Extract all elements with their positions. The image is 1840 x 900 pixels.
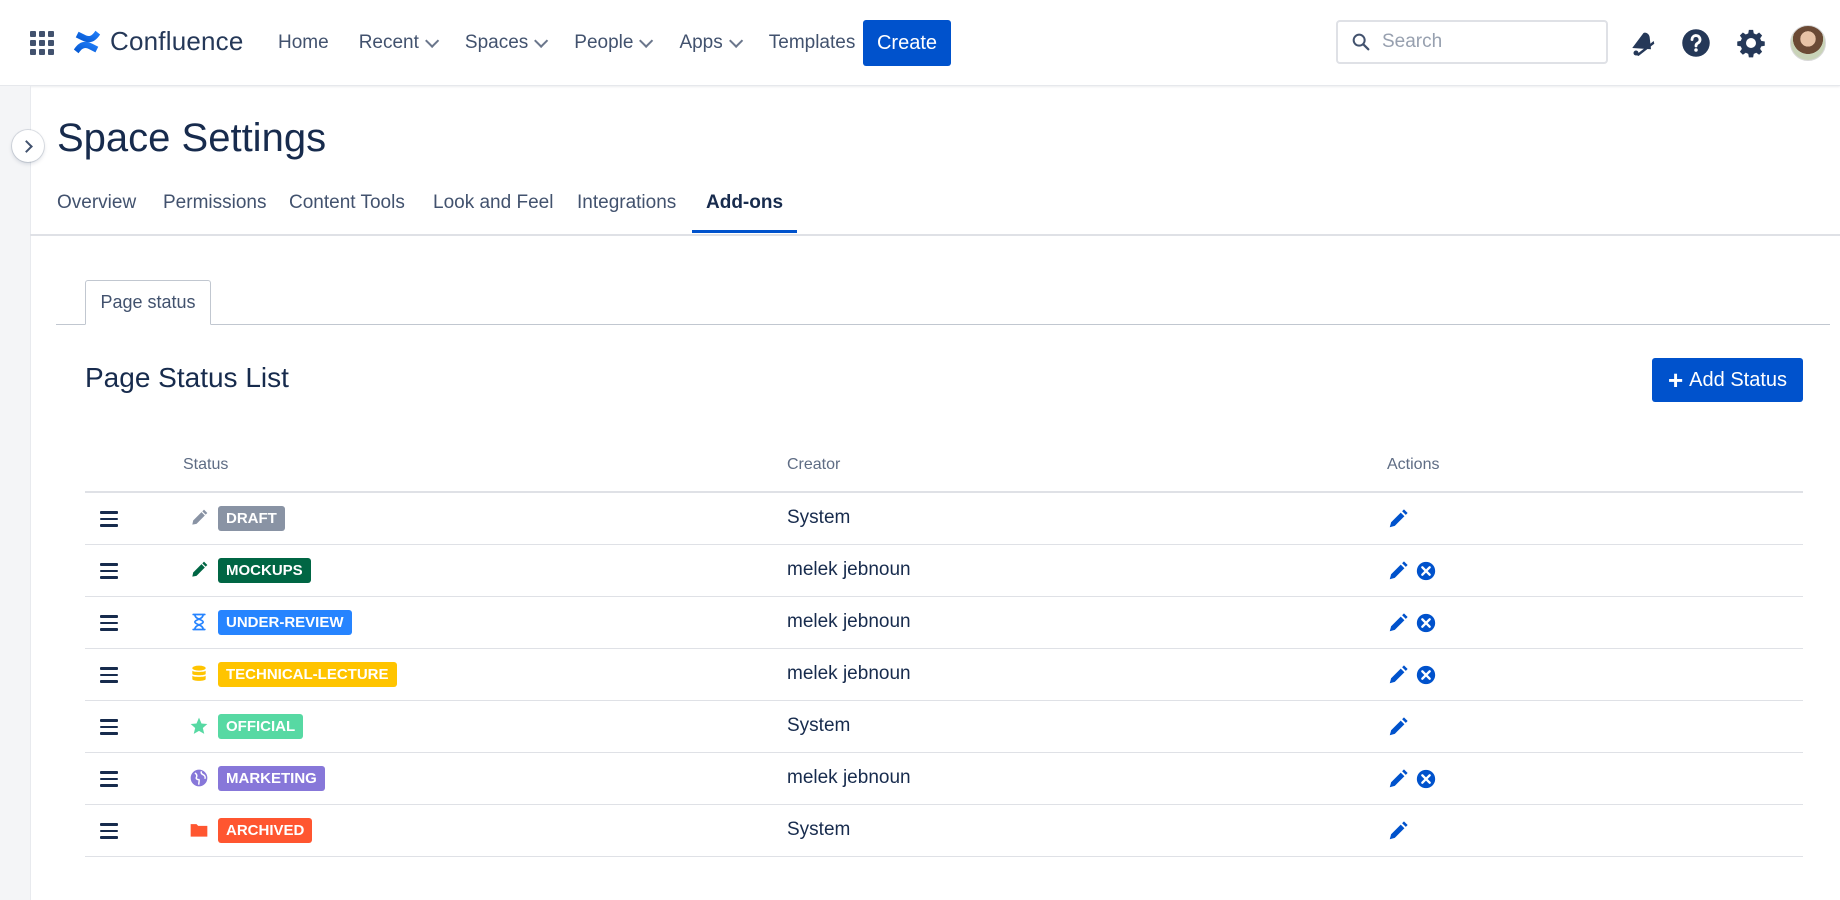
settings-gear-icon[interactable] — [1736, 28, 1766, 58]
chevron-down-icon — [534, 33, 549, 48]
nav-people[interactable]: People — [574, 32, 654, 54]
status-table: Status Creator Actions DRAFT System MOCK… — [85, 450, 1803, 857]
user-avatar[interactable] — [1790, 25, 1826, 61]
nav-apps-label: Apps — [679, 32, 723, 53]
plus-icon: + — [1667, 365, 1684, 395]
tab-page-status[interactable]: Page status — [85, 280, 211, 325]
add-status-button[interactable]: + Add Status — [1652, 358, 1803, 402]
table-row: DRAFT System — [85, 493, 1803, 545]
nav-home[interactable]: Home — [278, 32, 329, 54]
delete-icon[interactable] — [1415, 560, 1437, 582]
status-lozenge: DRAFT — [218, 506, 285, 531]
table-row: OFFICIAL System — [85, 701, 1803, 753]
notifications-icon[interactable] — [1626, 28, 1656, 58]
search-icon — [1352, 33, 1370, 51]
nav-recent-label: Recent — [358, 32, 419, 53]
app-switcher-icon[interactable] — [30, 31, 54, 55]
drag-handle-icon[interactable] — [100, 511, 118, 527]
nav-apps[interactable]: Apps — [679, 32, 743, 54]
help-icon[interactable] — [1681, 28, 1711, 58]
drag-handle-icon[interactable] — [100, 563, 118, 579]
nav-people-label: People — [574, 32, 634, 53]
hourglass-icon — [192, 613, 206, 631]
column-header-creator: Creator — [787, 456, 841, 473]
globe-icon — [190, 769, 208, 787]
page-title: Space Settings — [57, 116, 327, 160]
creator-name: melek jebnoun — [787, 767, 911, 788]
nav-recent[interactable]: Recent — [358, 32, 440, 54]
status-lozenge: MARKETING — [218, 766, 325, 791]
delete-icon[interactable] — [1415, 612, 1437, 634]
drag-handle-icon[interactable] — [100, 667, 118, 683]
pencil-icon — [192, 509, 208, 525]
database-icon — [192, 665, 206, 681]
drag-handle-icon[interactable] — [100, 771, 118, 787]
status-lozenge: OFFICIAL — [218, 714, 304, 739]
creator-name: melek jebnoun — [787, 663, 911, 684]
creator-name: System — [787, 507, 851, 528]
search-input[interactable] — [1380, 30, 1584, 54]
edit-pencil-icon[interactable] — [1387, 508, 1409, 530]
edit-pencil-icon[interactable] — [1387, 768, 1409, 790]
nav-templates[interactable]: Templates — [769, 32, 856, 54]
status-lozenge: MOCKUPS — [218, 558, 311, 583]
creator-name: melek jebnoun — [787, 559, 911, 580]
pencil-icon — [192, 561, 208, 577]
creator-name: System — [787, 715, 851, 736]
sidebar-rail — [0, 86, 31, 900]
status-lozenge: TECHNICAL-LECTURE — [218, 662, 397, 687]
tab-add-ons[interactable]: Add-ons — [692, 192, 798, 233]
star-icon — [190, 717, 208, 734]
tab-content-tools[interactable]: Content Tools — [289, 192, 405, 230]
edit-pencil-icon[interactable] — [1387, 820, 1409, 842]
status-lozenge: UNDER-REVIEW — [218, 610, 352, 635]
table-row: MOCKUPS melek jebnoun — [85, 545, 1803, 597]
column-header-actions: Actions — [1387, 456, 1440, 473]
nav-home-label: Home — [278, 32, 329, 53]
confluence-logo[interactable]: Confluence — [72, 26, 244, 57]
drag-handle-icon[interactable] — [100, 719, 118, 735]
space-settings-tabs: Overview Permissions Content Tools Look … — [30, 186, 1840, 236]
drag-handle-icon[interactable] — [100, 823, 118, 839]
section-title: Page Status List — [85, 362, 289, 393]
create-button[interactable]: Create — [863, 20, 951, 66]
nav-spaces-label: Spaces — [464, 32, 529, 53]
nav-spaces[interactable]: Spaces — [464, 32, 549, 54]
expand-sidebar-button[interactable] — [12, 130, 44, 162]
confluence-logo-icon — [73, 30, 101, 53]
table-row: UNDER-REVIEW melek jebnoun — [85, 597, 1803, 649]
tab-overview[interactable]: Overview — [57, 192, 136, 230]
edit-pencil-icon[interactable] — [1387, 612, 1409, 634]
app-name: Confluence — [110, 26, 244, 56]
edit-pencil-icon[interactable] — [1387, 560, 1409, 582]
column-header-status: Status — [183, 456, 229, 473]
chevron-down-icon — [639, 33, 654, 48]
delete-icon[interactable] — [1415, 664, 1437, 686]
delete-icon[interactable] — [1415, 768, 1437, 790]
drag-handle-icon[interactable] — [100, 615, 118, 631]
table-header: Status Creator Actions — [85, 450, 1803, 493]
table-row: ARCHIVED System — [85, 805, 1803, 857]
top-navigation: Confluence Home Recent Spaces People App… — [0, 0, 1840, 86]
edit-pencil-icon[interactable] — [1387, 716, 1409, 738]
folder-icon — [190, 824, 208, 837]
chevron-down-icon — [424, 33, 440, 48]
tab-integrations[interactable]: Integrations — [577, 192, 676, 230]
chevron-down-icon — [728, 33, 743, 48]
edit-pencil-icon[interactable] — [1387, 664, 1409, 686]
nav-templates-label: Templates — [768, 32, 856, 53]
table-body: DRAFT System MOCKUPS melek jebnoun UNDER… — [85, 493, 1803, 857]
search-box[interactable] — [1336, 20, 1608, 64]
creator-name: melek jebnoun — [787, 611, 911, 632]
add-status-label: Add Status — [1689, 368, 1788, 391]
status-lozenge: ARCHIVED — [218, 818, 313, 843]
primary-nav: Home Recent Spaces People Apps Templates — [278, 0, 885, 86]
addon-tabbar: Page status — [56, 280, 1830, 325]
table-row: MARKETING melek jebnoun — [85, 753, 1803, 805]
creator-name: System — [787, 819, 851, 840]
chevron-right-icon — [20, 139, 33, 153]
tab-look-and-feel[interactable]: Look and Feel — [433, 192, 553, 230]
table-row: TECHNICAL-LECTURE melek jebnoun — [85, 649, 1803, 701]
tab-permissions[interactable]: Permissions — [163, 192, 266, 230]
